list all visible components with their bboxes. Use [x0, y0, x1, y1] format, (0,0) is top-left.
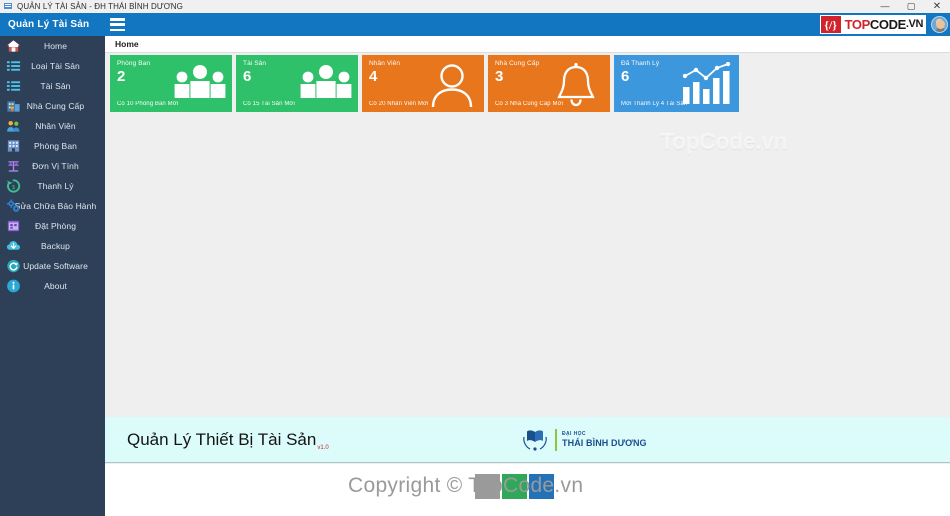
- tile-value: 6: [621, 68, 630, 85]
- main-content: Home Phòng Ban 2 Có 10 Phòng Ban Mới Tài Sả…: [105, 36, 950, 516]
- topcode-logo: {/} TOP CODE .VN: [819, 13, 926, 36]
- sidebar-item-nhân-viên[interactable]: Nhân Viên: [0, 116, 105, 136]
- close-button[interactable]: ✕: [924, 0, 950, 13]
- sidebar-item-loại-tài-sản[interactable]: Loại Tài Sản: [0, 56, 105, 76]
- tile-title: Nhà Cung Cấp: [495, 60, 540, 67]
- sidebar-item-đơn-vị-tính[interactable]: Đơn Vị Tính: [0, 156, 105, 176]
- university-divider: [555, 428, 557, 451]
- list-icon: [6, 59, 21, 74]
- footer-app-title: Quản Lý Thiết Bị Tài Sảnv1.0: [127, 429, 329, 451]
- tile-value: 6: [243, 68, 252, 85]
- home-icon: [6, 39, 21, 54]
- avatar[interactable]: [931, 16, 948, 33]
- topcode-word-top: TOP: [844, 17, 871, 32]
- topcode-word-tld: .VN: [905, 18, 924, 30]
- tile-title: Tài Sản: [243, 60, 267, 67]
- maximize-button[interactable]: ▢: [898, 0, 924, 13]
- window-titlebar: QUẢN LÝ TÀI SẢN - ĐH THÁI BÌNH DƯƠNG — ▢…: [0, 0, 950, 14]
- footer-band: Quản Lý Thiết Bị Tài Sảnv1.0 ĐẠI HỌC THÁ…: [105, 417, 950, 463]
- university-crest-icon: [520, 425, 550, 455]
- sidebar-item-thanh-lý[interactable]: $ Thanh Lý: [0, 176, 105, 196]
- person-art: [424, 62, 480, 107]
- bottom-white-band: [105, 464, 950, 516]
- sidebar-item-home[interactable]: Home: [0, 36, 105, 56]
- tile-title: Nhân Viên: [369, 60, 401, 67]
- calendar-icon: [6, 219, 21, 234]
- update-icon: [6, 259, 21, 274]
- scales-icon: [6, 159, 21, 174]
- tile-value: 4: [369, 68, 378, 85]
- cloud-icon: [6, 239, 21, 254]
- dashboard-tile[interactable]: Đã Thanh Lý 6 Mới Thanh Lý 4 Tài Sản: [614, 55, 739, 112]
- sidebar-item-đặt-phòng[interactable]: Đặt Phòng: [0, 216, 105, 236]
- application-window: QUẢN LÝ TÀI SẢN - ĐH THÁI BÌNH DƯƠNG — ▢…: [0, 0, 950, 516]
- info-icon: [6, 279, 21, 294]
- tile-subtitle: Có 15 Tài Sản Mới: [243, 101, 295, 107]
- dashboard-tiles: Phòng Ban 2 Có 10 Phòng Ban Mới Tài Sản 6 Có …: [110, 55, 739, 112]
- list-icon: [6, 79, 21, 94]
- university-logo: ĐẠI HỌC THÁI BÌNH DƯƠNG: [520, 425, 647, 455]
- people-icon: [6, 119, 21, 134]
- university-small-line: ĐẠI HỌC: [562, 430, 586, 437]
- dashboard-tile[interactable]: Tài Sản 6 Có 15 Tài Sản Mới: [236, 55, 358, 112]
- window-controls: — ▢ ✕: [872, 0, 950, 13]
- sidebar-item-about[interactable]: About: [0, 276, 105, 296]
- footer-version: v1.0: [317, 444, 329, 451]
- gears-icon: [6, 199, 21, 214]
- topcode-mark-icon: {/}: [819, 15, 842, 34]
- sidebar: Home Loại Tài Sản Tài Sản Nhà Cung Cấp Nhân …: [0, 36, 105, 516]
- dashboard-tile[interactable]: Phòng Ban 2 Có 10 Phòng Ban Mới: [110, 55, 232, 112]
- hamburger-icon[interactable]: [110, 18, 125, 31]
- svg-text:$: $: [12, 185, 16, 191]
- sidebar-item-phòng-ban[interactable]: Phòng Ban: [0, 136, 105, 156]
- minimize-button[interactable]: —: [872, 0, 898, 13]
- university-large-line: THÁI BÌNH DƯƠNG: [562, 437, 647, 448]
- sidebar-item-backup[interactable]: Backup: [0, 236, 105, 256]
- app-header: Quản Lý Tài Sản {/} TOP CODE .VN: [0, 13, 950, 36]
- window-title: QUẢN LÝ TÀI SẢN - ĐH THÁI BÌNH DƯƠNG: [17, 2, 183, 11]
- tile-title: Phòng Ban: [117, 60, 151, 67]
- dashboard-tile[interactable]: Nhân Viên 4 Có 20 Nhân Viên Mới: [362, 55, 484, 112]
- people-art: [298, 62, 354, 106]
- watermark-center: TopCode.vn: [660, 128, 788, 154]
- breadcrumb: Home: [105, 36, 950, 53]
- window-app-icon: [4, 2, 13, 11]
- chart-art: [679, 61, 735, 106]
- topcode-wordmark: TOP CODE .VN: [841, 15, 926, 34]
- tile-subtitle: Mới Thanh Lý 4 Tài Sản: [621, 101, 688, 107]
- refresh-icon: $: [6, 179, 21, 194]
- tile-value: 3: [495, 68, 504, 85]
- tile-title: Đã Thanh Lý: [621, 60, 660, 67]
- bell-art: [550, 62, 606, 106]
- sidebar-item-nhà-cung-cấp[interactable]: Nhà Cung Cấp: [0, 96, 105, 116]
- app-brand: Quản Lý Tài Sản: [0, 13, 105, 36]
- footer-app-title-text: Quản Lý Thiết Bị Tài Sản: [127, 429, 317, 449]
- tile-value: 2: [117, 68, 126, 85]
- sidebar-item-sửa-chữa-bảo-hành[interactable]: Sửa Chữa Bảo Hành: [0, 196, 105, 216]
- tile-subtitle: Có 10 Phòng Ban Mới: [117, 101, 179, 107]
- tile-subtitle: Có 20 Nhân Viên Mới: [369, 101, 429, 107]
- people-art: [172, 62, 228, 106]
- dashboard-tile[interactable]: Nhà Cung Cấp 3 Có 3 Nhà Cung Cấp Mới: [488, 55, 610, 112]
- supplier-icon: [6, 99, 21, 114]
- topcode-word-code: CODE: [869, 17, 906, 32]
- sidebar-item-tài-sản[interactable]: Tài Sản: [0, 76, 105, 96]
- building-icon: [6, 139, 21, 154]
- sidebar-item-update-software[interactable]: Update Software: [0, 256, 105, 276]
- university-text: ĐẠI HỌC THÁI BÌNH DƯƠNG: [562, 430, 647, 448]
